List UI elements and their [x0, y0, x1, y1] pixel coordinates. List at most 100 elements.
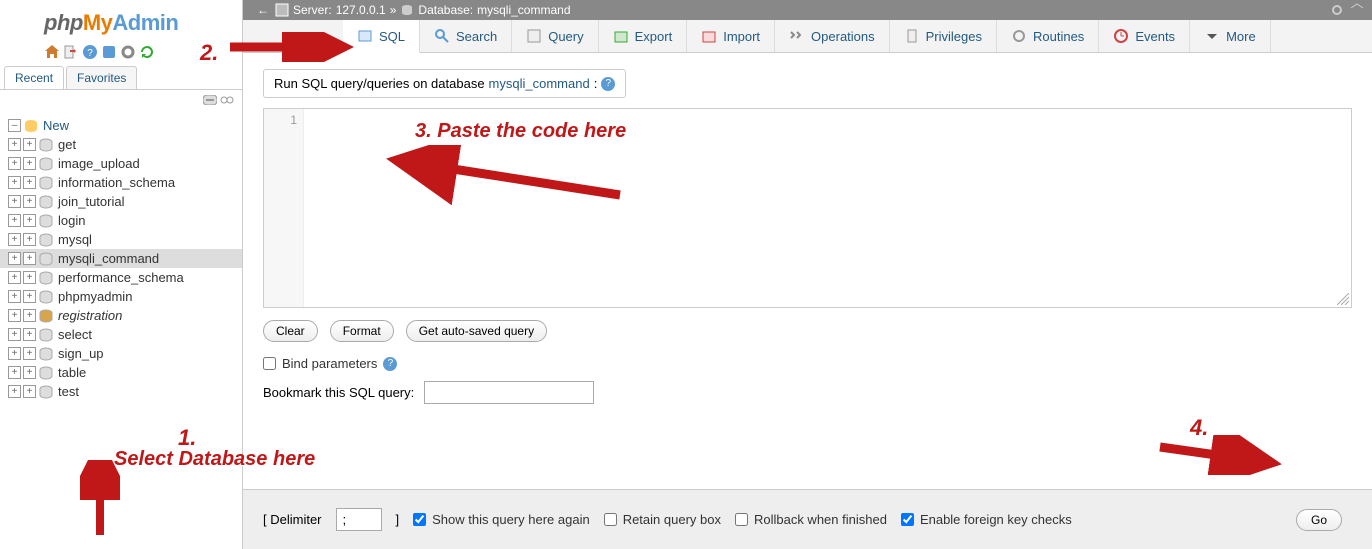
line-number-1: 1: [264, 113, 297, 127]
expand-icon[interactable]: +: [23, 138, 36, 151]
tree-label: mysqli_command: [58, 251, 159, 266]
help-icon[interactable]: ?: [601, 77, 615, 91]
tree-item-join_tutorial[interactable]: ++join_tutorial: [8, 192, 234, 211]
fk-label: Enable foreign key checks: [920, 512, 1072, 527]
expand-icon[interactable]: +: [8, 252, 21, 265]
expand-icon[interactable]: +: [23, 366, 36, 379]
docs-icon[interactable]: ?: [82, 44, 98, 60]
tree-item-phpmyadmin[interactable]: ++phpmyadmin: [8, 287, 234, 306]
breadcrumb-server[interactable]: Server: 127.0.0.1: [275, 3, 386, 17]
tree-item-get[interactable]: ++get: [8, 135, 234, 154]
expand-icon[interactable]: +: [8, 138, 21, 151]
link-icon[interactable]: [220, 95, 234, 105]
format-button[interactable]: Format: [330, 320, 394, 342]
rollback-checkbox[interactable]: [735, 513, 748, 526]
tab-routines[interactable]: Routines: [997, 20, 1099, 52]
editor-textarea[interactable]: [304, 109, 1351, 307]
fk-row[interactable]: Enable foreign key checks: [901, 510, 1072, 529]
tree-item-test[interactable]: ++test: [8, 382, 234, 401]
events-icon: [1113, 28, 1129, 44]
expand-icon[interactable]: +: [23, 233, 36, 246]
delimiter-input[interactable]: [336, 508, 382, 531]
bookmark-input[interactable]: [424, 381, 594, 404]
logo: phpMyAdmin: [0, 0, 242, 40]
tree-item-mysql[interactable]: ++mysql: [8, 230, 234, 249]
expand-icon[interactable]: +: [8, 214, 21, 227]
resize-handle-icon[interactable]: [1337, 293, 1349, 305]
expand-icon[interactable]: +: [23, 328, 36, 341]
show-again-row[interactable]: Show this query here again: [413, 510, 590, 529]
nav-tabs: SQLSearchQueryExportImportOperationsPriv…: [243, 20, 1372, 53]
expand-icon[interactable]: +: [23, 195, 36, 208]
expand-icon[interactable]: +: [8, 366, 21, 379]
sql-editor[interactable]: 1: [263, 108, 1352, 308]
expand-icon[interactable]: +: [8, 290, 21, 303]
breadcrumb-db[interactable]: Database: mysqli_command: [400, 3, 570, 17]
expand-icon[interactable]: +: [8, 347, 21, 360]
tab-favorites[interactable]: Favorites: [66, 66, 137, 89]
tree-item-performance_schema[interactable]: ++performance_schema: [8, 268, 234, 287]
tree-item-information_schema[interactable]: ++information_schema: [8, 173, 234, 192]
expand-icon[interactable]: +: [23, 214, 36, 227]
tab-search[interactable]: Search: [420, 20, 512, 52]
expand-icon[interactable]: +: [23, 176, 36, 189]
database-icon: [38, 309, 54, 323]
tree-item-sign_up[interactable]: ++sign_up: [8, 344, 234, 363]
bind-params-label: Bind parameters: [282, 356, 377, 371]
logout-icon[interactable]: [63, 44, 79, 60]
tab-import[interactable]: Import: [687, 20, 775, 52]
tree-item-mysqli_command[interactable]: ++ mysqli_command: [0, 249, 242, 268]
expand-icon[interactable]: +: [23, 271, 36, 284]
tab-query[interactable]: Query: [512, 20, 598, 52]
expand-icon[interactable]: +: [8, 233, 21, 246]
tab-operations[interactable]: Operations: [775, 20, 890, 52]
tab-recent[interactable]: Recent: [4, 66, 64, 89]
expand-icon[interactable]: +: [8, 309, 21, 322]
reload-icon[interactable]: [139, 44, 155, 60]
retain-row[interactable]: Retain query box: [604, 510, 721, 529]
expand-icon[interactable]: +: [8, 176, 21, 189]
expand-icon[interactable]: +: [8, 271, 21, 284]
home-icon[interactable]: [44, 44, 60, 60]
breadcrumb: ← Server: 127.0.0.1 » Database: mysqli_c…: [243, 0, 1372, 20]
expand-icon[interactable]: +: [23, 309, 36, 322]
expand-icon[interactable]: [1350, 3, 1364, 17]
expand-icon[interactable]: +: [8, 195, 21, 208]
retain-checkbox[interactable]: [604, 513, 617, 526]
expand-icon[interactable]: +: [23, 252, 36, 265]
show-again-checkbox[interactable]: [413, 513, 426, 526]
tab-export[interactable]: Export: [599, 20, 688, 52]
tab-more[interactable]: More: [1190, 20, 1271, 52]
tab-privileges[interactable]: Privileges: [890, 20, 997, 52]
expand-icon[interactable]: +: [23, 385, 36, 398]
help-icon[interactable]: ?: [383, 357, 397, 371]
bookmark-row: Bookmark this SQL query:: [263, 373, 1352, 412]
fk-checkbox[interactable]: [901, 513, 914, 526]
tree-item-image_upload[interactable]: ++image_upload: [8, 154, 234, 173]
rollback-row[interactable]: Rollback when finished: [735, 510, 887, 529]
settings-icon[interactable]: [120, 44, 136, 60]
tree-item-table[interactable]: ++table: [8, 363, 234, 382]
expand-icon[interactable]: +: [8, 385, 21, 398]
autosaved-button[interactable]: Get auto-saved query: [406, 320, 547, 342]
expand-icon[interactable]: +: [8, 157, 21, 170]
tab-events[interactable]: Events: [1099, 20, 1190, 52]
tab-sql[interactable]: SQL: [343, 20, 420, 53]
tree-item-registration[interactable]: ++registration: [8, 306, 234, 325]
tree-item-select[interactable]: ++select: [8, 325, 234, 344]
gear-icon[interactable]: [1330, 3, 1344, 17]
go-button[interactable]: Go: [1296, 509, 1342, 531]
expand-icon[interactable]: +: [8, 328, 21, 341]
expand-icon[interactable]: +: [23, 347, 36, 360]
tree-new[interactable]: – New: [8, 116, 234, 135]
clear-button[interactable]: Clear: [263, 320, 318, 342]
tree-item-login[interactable]: ++login: [8, 211, 234, 230]
expand-icon[interactable]: +: [23, 157, 36, 170]
collapse-icon[interactable]: [203, 95, 217, 105]
back-arrow-icon[interactable]: ←: [251, 3, 275, 17]
database-icon: [38, 233, 54, 247]
bind-params-checkbox[interactable]: [263, 357, 276, 370]
expand-icon[interactable]: +: [23, 290, 36, 303]
collapse-controls[interactable]: [0, 90, 242, 112]
sql-help-icon[interactable]: [101, 44, 117, 60]
